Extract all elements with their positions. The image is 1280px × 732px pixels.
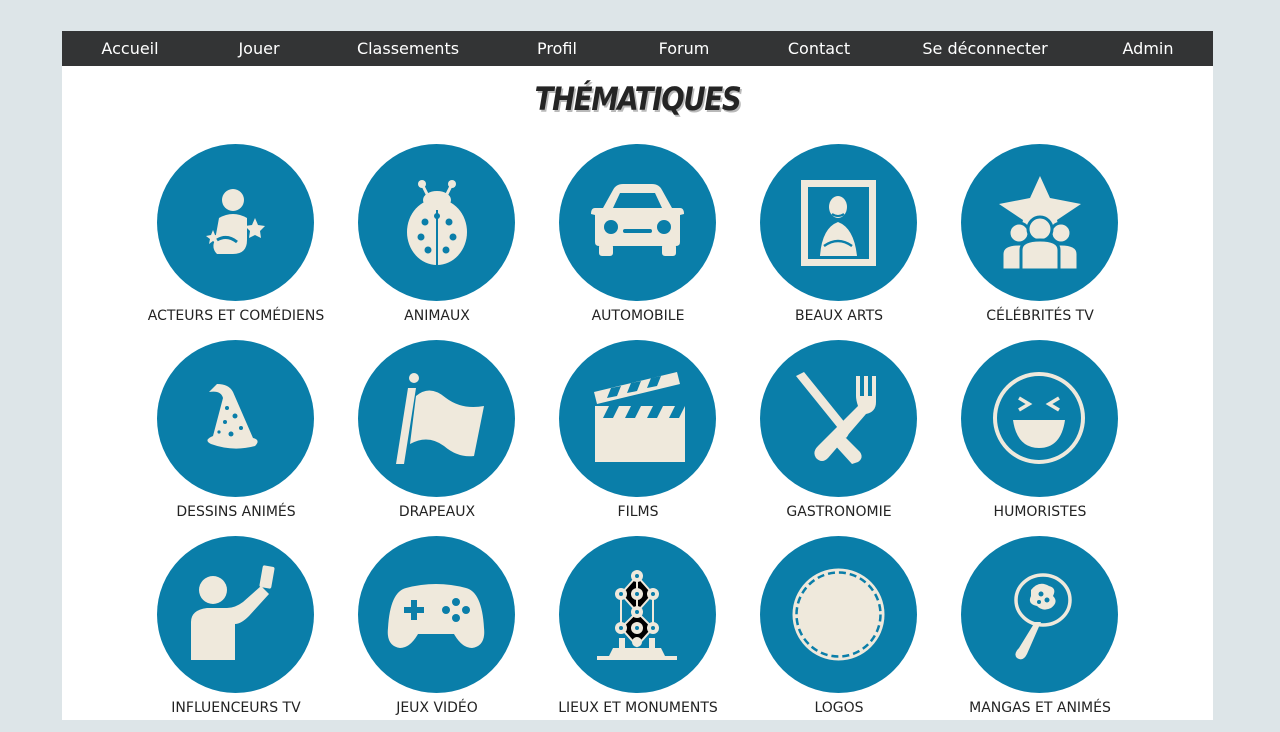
theme-circle [961,340,1118,497]
theme-label: HUMORISTES [993,504,1087,520]
theme-circle [559,144,716,301]
nav-se-deconnecter[interactable]: Se déconnecter [922,31,1047,66]
theme-dessins-animes[interactable]: DESSINS ANIMÉS [136,340,336,536]
ladybug-icon [407,180,467,265]
selfie-icon [191,565,275,660]
mona-lisa-icon [801,180,876,266]
theme-acteurs-et-comediens[interactable]: ACTEURS ET COMÉDIENS [136,144,336,340]
theme-celebrites-tv[interactable]: CÉLÉBRITÉS TV [940,144,1140,340]
nav-classements[interactable]: Classements [357,31,459,66]
nav-forum[interactable]: Forum [659,31,710,66]
fan-icon [1014,573,1072,660]
nav-contact[interactable]: Contact [788,31,850,66]
top-nav: Accueil Jouer Classements Profil Forum C… [62,31,1213,66]
nav-profil[interactable]: Profil [537,31,577,66]
theme-circle [760,340,917,497]
wizard-hat-icon [207,384,258,449]
theme-beaux-arts[interactable]: BEAUX ARTS [739,144,939,340]
theme-circle [559,536,716,693]
knife-fork-icon [796,372,876,464]
nav-accueil[interactable]: Accueil [101,31,158,66]
theme-circle [157,144,314,301]
page-container: Accueil Jouer Classements Profil Forum C… [62,31,1213,720]
theme-circle [760,536,917,693]
theme-gastronomie[interactable]: GASTRONOMIE [739,340,939,536]
theme-label: MANGAS ET ANIMÉS [969,700,1111,716]
theme-jeux-video[interactable]: JEUX VIDÉO [337,536,537,732]
theme-mangas-et-animes[interactable]: MANGAS ET ANIMÉS [940,536,1140,732]
theme-drapeaux[interactable]: DRAPEAUX [337,340,537,536]
theme-circle [760,144,917,301]
car-icon [591,184,684,256]
theme-circle [157,536,314,693]
celebrity-icon [999,176,1081,272]
theme-circle [961,536,1118,693]
nav-jouer[interactable]: Jouer [238,31,279,66]
theme-automobile[interactable]: AUTOMOBILE [538,144,738,340]
theme-circle [358,340,515,497]
theme-circle [559,340,716,497]
nav-admin[interactable]: Admin [1123,31,1174,66]
badge-icon [792,568,885,661]
theme-circle [358,144,515,301]
theme-influenceurs-tv[interactable]: INFLUENCEURS TV [136,536,336,732]
theme-logos[interactable]: LOGOS [739,536,939,732]
page-title: THÉMATIQUES [534,80,742,118]
clapperboard-icon [594,372,685,462]
theme-humoristes[interactable]: HUMORISTES [940,340,1140,536]
theme-label: CÉLÉBRITÉS TV [986,308,1094,324]
laughing-face-icon [993,372,1085,464]
theme-lieux-et-monuments[interactable]: LIEUX ET MONUMENTS [538,536,738,732]
theme-circle [358,536,515,693]
flag-icon [396,373,484,464]
theme-films[interactable]: FILMS [538,340,738,536]
theme-animaux[interactable]: ANIMAUX [337,144,537,340]
actor-icon [206,189,265,254]
gamepad-icon [387,584,485,648]
theme-circle [157,340,314,497]
atomium-icon [597,570,677,660]
theme-circle [961,144,1118,301]
